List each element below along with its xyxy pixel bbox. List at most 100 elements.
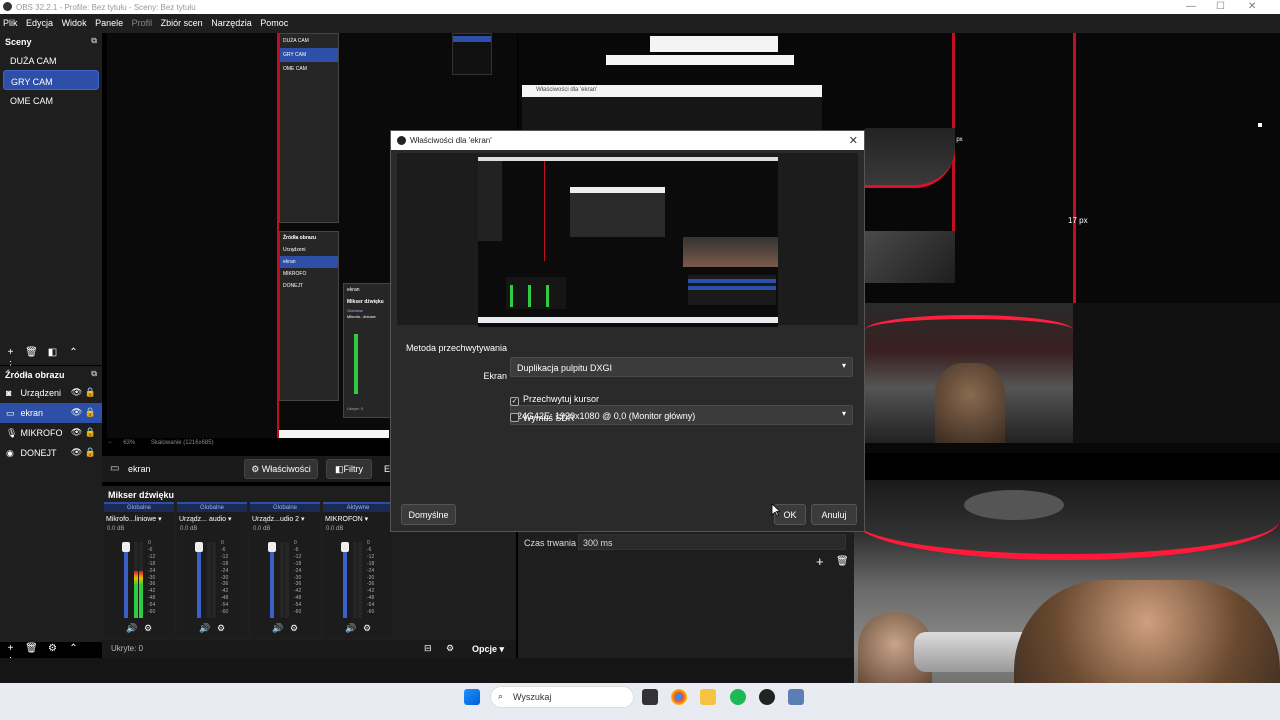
channel-name[interactable]: Mikrofo...liniowe ▾ <box>104 512 174 526</box>
cancel-button[interactable]: Anuluj <box>811 504 857 525</box>
meter-tick: 0 <box>148 540 151 546</box>
chevron-down-icon: ▾ <box>841 409 846 418</box>
obs-taskbar-icon[interactable] <box>759 689 775 705</box>
fader-knob[interactable] <box>268 542 276 552</box>
volume-fader[interactable] <box>268 542 276 618</box>
trash-icon[interactable]: 🗑 <box>21 641 42 654</box>
menu-narzedzia[interactable]: Narzędzia <box>208 14 255 28</box>
channel-name[interactable]: Urządz... audio ▾ <box>177 512 247 526</box>
channel-menu-icon[interactable]: ⚙ <box>144 623 152 634</box>
zoom-out-icon[interactable]: − <box>108 440 112 446</box>
channel-name[interactable]: MIKROFON ▾ <box>323 512 393 526</box>
meter-tick: -6 <box>221 546 226 553</box>
chrome-icon[interactable] <box>671 689 687 705</box>
windows-start-icon[interactable] <box>464 689 480 705</box>
source-toolbar: ▭ ekran ⚙ Właściwości ◧Filtry E <box>102 456 392 482</box>
meter-tick: -54 <box>221 602 229 609</box>
add-transition-icon[interactable]: + <box>816 554 824 569</box>
visibility-lock-icons[interactable]: 👁 🔒 <box>71 407 96 418</box>
file-explorer-icon[interactable] <box>700 689 716 705</box>
channel-menu-icon[interactable]: ⚙ <box>290 623 298 634</box>
chevron-up-icon[interactable]: ⌃ <box>63 345 84 358</box>
options-button[interactable]: Opcje ▾ <box>472 644 504 655</box>
force-sdr-checkbox[interactable]: Wymuś SDR <box>510 413 574 423</box>
menu-pomoc[interactable]: Pomoc <box>257 14 291 28</box>
properties-button[interactable]: ⚙ Właściwości <box>244 459 318 479</box>
source-item[interactable]: 🎙 MIKROFO 👁 🔒 <box>0 423 102 443</box>
add-icon[interactable]: + <box>0 345 21 358</box>
scenes-dock: Sceny ⧉ DUŻA CAM GRY CAM OME CAM +🗑◧⌃⋮ <box>0 33 102 371</box>
capture-cursor-checkbox[interactable]: ✓ Przechwytuj kursor <box>510 394 599 406</box>
volume-fader[interactable] <box>195 542 203 618</box>
source-item[interactable]: ◉ DONEJT 👁 🔒 <box>0 443 102 463</box>
chevron-up-icon[interactable]: ⌃ <box>63 641 84 654</box>
fader-knob[interactable] <box>195 542 203 552</box>
meter-tick: -36 <box>148 581 156 588</box>
mute-icon[interactable]: 🔊 <box>345 623 356 634</box>
menu-plik[interactable]: Plik <box>0 14 21 28</box>
layout-icon[interactable]: ⊟ <box>424 643 432 654</box>
current-source-name: ekran <box>128 464 151 474</box>
duration-value: 300 ms <box>583 538 613 548</box>
checkbox-checked-icon[interactable]: ✓ <box>510 397 519 406</box>
channel-menu-icon[interactable]: ⚙ <box>217 623 225 634</box>
capture-method-select[interactable]: Duplikacja pulpitu DXGI ▾ <box>510 357 853 377</box>
source-item[interactable]: ◙ Urządzeni 👁 🔒 <box>0 383 102 403</box>
menu-profil[interactable]: Profil <box>129 14 156 28</box>
visibility-lock-icons[interactable]: 👁 🔒 <box>71 387 96 398</box>
minimize-icon[interactable]: — <box>1186 1 1196 12</box>
capture-combo <box>688 286 776 290</box>
meter-tick: -12 <box>294 553 302 560</box>
options-label: Opcje <box>472 644 498 654</box>
undock-icon[interactable]: ⧉ <box>91 36 97 46</box>
add-icon[interactable]: + <box>0 641 21 654</box>
mute-icon[interactable]: 🔊 <box>126 623 137 634</box>
checkbox-icon[interactable] <box>510 413 519 422</box>
visibility-lock-icons[interactable]: 👁 🔒 <box>71 447 96 458</box>
channel-db: 0.0 dB <box>107 526 125 532</box>
defaults-button[interactable]: Domyślne <box>401 504 456 525</box>
spotify-icon[interactable] <box>730 689 746 705</box>
taskbar-search[interactable]: ⌕ Wyszukaj <box>490 686 634 708</box>
nested-source-name: ekran <box>347 287 360 293</box>
meter-tick: -42 <box>221 588 229 595</box>
scene-item-selected[interactable]: GRY CAM <box>3 70 99 90</box>
menu-edycja[interactable]: Edycja <box>23 14 56 28</box>
mute-icon[interactable]: 🔊 <box>199 623 210 634</box>
gear-icon[interactable]: ⚙ <box>42 641 63 654</box>
scene-item[interactable]: DUŻA CAM <box>3 50 99 70</box>
visibility-lock-icons[interactable]: 👁 🔒 <box>71 427 96 438</box>
close-window-icon[interactable]: ✕ <box>1248 1 1256 12</box>
fader-knob[interactable] <box>341 542 349 552</box>
obs-logo-icon <box>3 2 12 11</box>
meter-scale: 0 -6 -12 -18 -24 -30 -36 -42 -48 -54 -60 <box>367 540 374 616</box>
filter-icon[interactable]: ◧ <box>42 345 63 358</box>
mouse-cursor-icon <box>771 503 780 517</box>
duration-label: Czas trwania <box>524 538 577 548</box>
scene-item[interactable]: OME CAM <box>3 90 99 110</box>
preview-handle[interactable] <box>1258 123 1262 127</box>
maximize-icon[interactable]: ☐ <box>1216 1 1225 12</box>
menu-widok[interactable]: Widok <box>59 14 90 28</box>
method-label: Metoda przechwytywania <box>405 343 507 353</box>
menu-panele[interactable]: Panele <box>92 14 126 28</box>
nested-source: DONEJT <box>283 283 303 289</box>
filters-button[interactable]: ◧Filtry <box>326 459 372 479</box>
mute-icon[interactable]: 🔊 <box>272 623 283 634</box>
settings-icon[interactable] <box>788 689 804 705</box>
duration-input[interactable]: 300 ms <box>578 534 846 550</box>
fader-knob[interactable] <box>122 542 130 552</box>
close-icon[interactable]: ✕ <box>849 134 858 147</box>
trash-icon[interactable]: 🗑 <box>836 556 849 567</box>
mixer-settings-icon[interactable]: ⚙ <box>446 643 454 654</box>
channel-name[interactable]: Urządz...udio 2 ▾ <box>250 512 320 526</box>
volume-fader[interactable] <box>341 542 349 618</box>
channel-menu-icon[interactable]: ⚙ <box>363 623 371 634</box>
volume-fader[interactable] <box>122 542 130 618</box>
source-item-selected[interactable]: ▭ ekran 👁 🔒 <box>0 403 102 423</box>
task-view-icon[interactable] <box>642 689 658 705</box>
menu-zbior-scen[interactable]: Zbiór scen <box>158 14 206 28</box>
trash-icon[interactable]: 🗑 <box>21 345 42 358</box>
ceiling-light <box>964 490 1064 520</box>
undock-icon[interactable]: ⧉ <box>91 369 97 379</box>
